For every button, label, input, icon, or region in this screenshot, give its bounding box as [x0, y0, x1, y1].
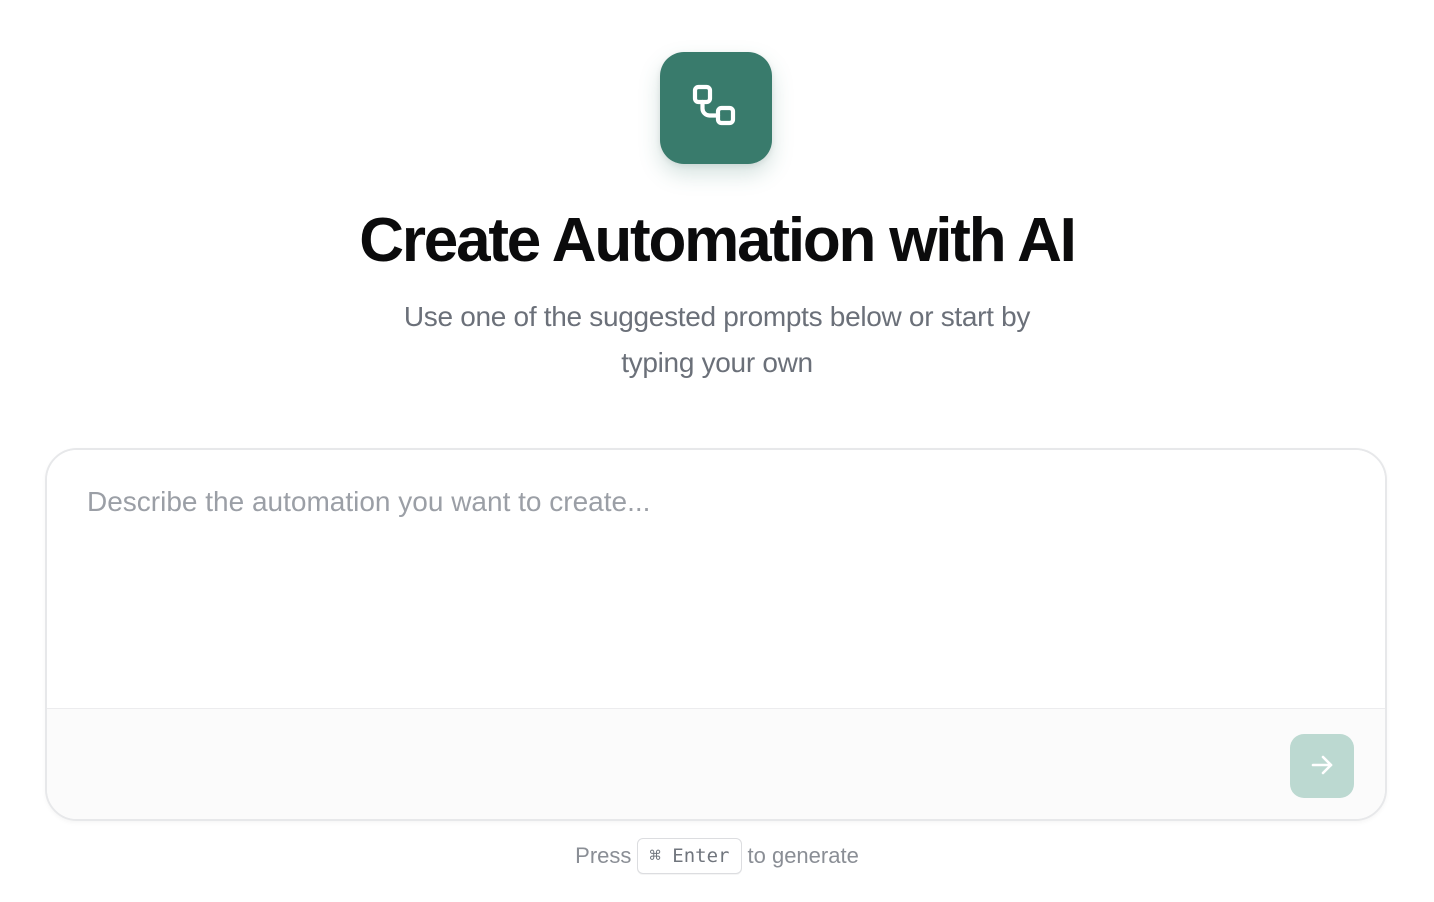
app-logo [660, 52, 772, 164]
composer-toolbar [47, 708, 1385, 819]
generate-button[interactable] [1290, 734, 1354, 798]
prompt-composer [45, 448, 1387, 821]
hint-suffix: to generate [747, 843, 859, 868]
page-title: Create Automation with AI [359, 206, 1077, 275]
page-subtitle: Use one of the suggested prompts below o… [403, 301, 1031, 378]
hint-prefix: Press [575, 843, 632, 868]
create-automation-page: Create Automation with AI Use one of the… [0, 0, 1434, 902]
workflow-icon [690, 82, 742, 134]
automation-prompt-input[interactable] [47, 450, 1385, 708]
shortcut-key: ⌘ Enter [637, 838, 742, 874]
keyboard-hint: Press ⌘ Enter to generate [0, 838, 1434, 874]
arrow-right-icon [1309, 752, 1335, 781]
